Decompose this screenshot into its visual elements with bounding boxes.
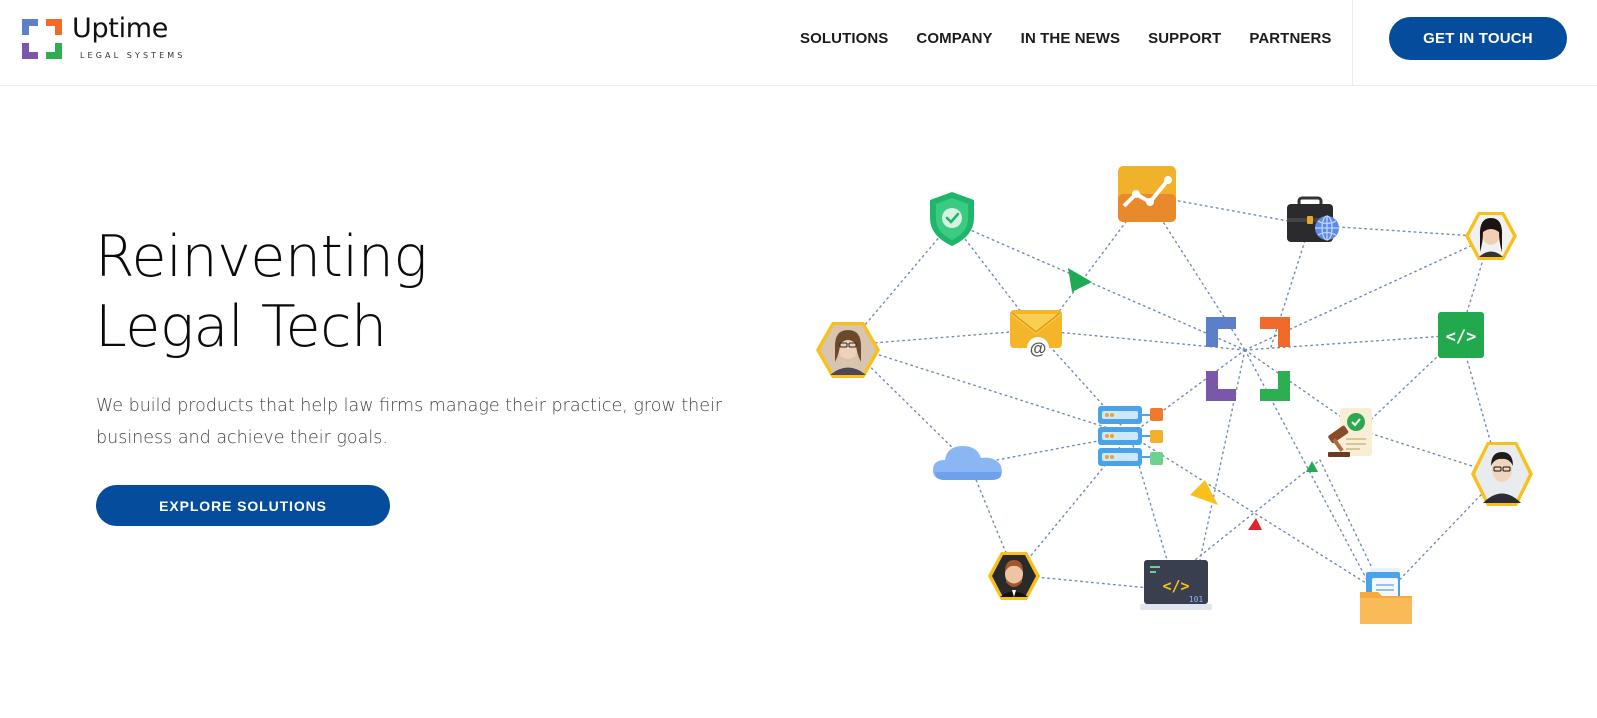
main-nav: SOLUTIONS COMPANY IN THE NEWS SUPPORT PA… xyxy=(800,30,1360,52)
folder-documents-icon xyxy=(1360,568,1412,624)
gavel-certificate-icon xyxy=(1328,408,1372,457)
connection-lines xyxy=(847,194,1501,596)
hero-title-line-1: Reinventing xyxy=(95,224,428,290)
hero-title: Reinventing Legal Tech xyxy=(95,222,615,362)
nav-partners[interactable]: PARTNERS xyxy=(1249,30,1331,52)
nav-solutions[interactable]: SOLUTIONS xyxy=(800,30,888,52)
svg-text:@: @ xyxy=(1030,339,1047,358)
briefcase-globe-icon xyxy=(1287,196,1339,242)
server-database-icon xyxy=(1098,406,1163,466)
hero-description: We build products that help law firms ma… xyxy=(96,396,723,448)
brand-logo[interactable]: Uptime LEGAL SYSTEMS xyxy=(22,13,186,63)
triangle-yellow xyxy=(1190,480,1218,505)
logo-mark-icon xyxy=(22,19,62,59)
central-logo-icon xyxy=(1206,317,1290,401)
brand-name: Uptime xyxy=(72,13,169,44)
get-in-touch-button[interactable]: GET IN TOUCH xyxy=(1389,17,1567,60)
nav-support[interactable]: SUPPORT xyxy=(1148,30,1221,52)
explore-solutions-button[interactable]: EXPLORE SOLUTIONS xyxy=(96,485,390,526)
laptop-code-icon: </> 101 xyxy=(1140,560,1212,610)
code-tag-icon: </> xyxy=(1438,312,1484,358)
header-divider xyxy=(1352,0,1353,86)
nav-in-the-news[interactable]: IN THE NEWS xyxy=(1021,30,1120,52)
svg-text:</>: </> xyxy=(1446,327,1477,347)
code-badge-text: 101 xyxy=(1189,595,1204,604)
svg-text:</>: </> xyxy=(1162,577,1189,595)
hero-title-line-2: Legal Tech xyxy=(95,294,387,360)
shield-check-icon xyxy=(930,192,974,246)
brand-tagline: LEGAL SYSTEMS xyxy=(80,51,186,60)
nav-company[interactable]: COMPANY xyxy=(916,30,992,52)
analytics-chart-icon xyxy=(1118,166,1176,222)
network-illustration: @ </> </> 101 xyxy=(816,166,1533,624)
cloud-icon xyxy=(933,446,1002,480)
site-header: Uptime LEGAL SYSTEMS SOLUTIONS COMPANY I… xyxy=(0,0,1597,86)
triangle-green-large xyxy=(1068,268,1092,292)
avatar-man-bottom xyxy=(988,552,1040,600)
triangle-red xyxy=(1248,518,1262,530)
avatar-woman-left xyxy=(816,322,880,378)
avatar-woman-right xyxy=(1465,212,1517,260)
